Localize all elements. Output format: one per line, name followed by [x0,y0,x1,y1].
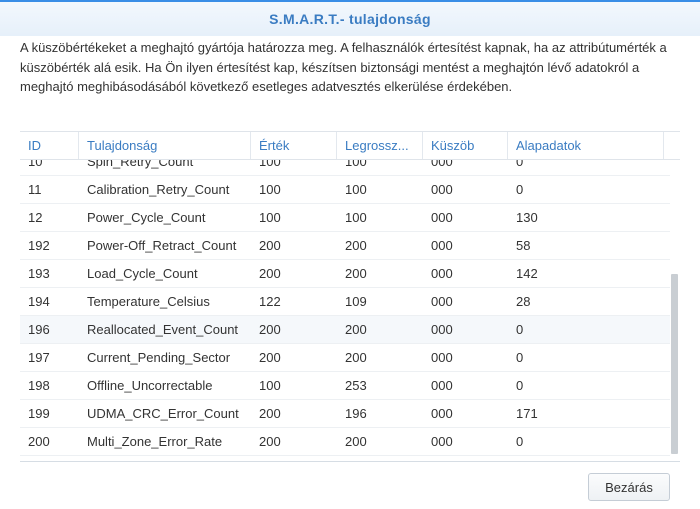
cell-attribute: Temperature_Celsius [87,294,210,309]
cell-threshold: 000 [431,294,453,309]
cell-attribute: Current_Pending_Sector [87,350,231,365]
cell-worst: 200 [345,434,367,449]
cell-id: 197 [28,350,50,365]
cell-threshold: 000 [431,266,453,281]
cell-threshold: 000 [431,160,453,169]
table-row[interactable]: 11 Calibration_Retry_Count 100 100 000 0 [20,176,670,204]
cell-worst: 200 [345,350,367,365]
cell-attribute: Spin_Retry_Count [87,160,194,169]
cell-raw: 0 [516,434,524,449]
cell-value: 200 [259,322,281,337]
cell-attribute: Offline_Uncorrectable [87,378,213,393]
cell-id: 200 [28,434,50,449]
cell-raw: 0 [516,182,524,197]
cell-attribute: Power-Off_Retract_Count [87,238,237,253]
cell-id: 12 [28,210,43,225]
table-row[interactable]: 193 Load_Cycle_Count 200 200 000 142 [20,260,670,288]
column-header-spacer [664,132,680,159]
cell-attribute: Power_Cycle_Count [87,210,206,225]
cell-attribute: UDMA_CRC_Error_Count [87,406,239,421]
cell-threshold: 000 [431,378,453,393]
cell-value: 200 [259,350,281,365]
cell-value: 100 [259,182,281,197]
cell-id: 198 [28,378,50,393]
table-row[interactable]: 198 Offline_Uncorrectable 100 253 000 0 [20,372,670,400]
cell-threshold: 000 [431,406,453,421]
table-rows: 10 Spin_Retry_Count 100 100 000 0 11 Calibratio… [20,160,670,456]
cell-id: 192 [28,238,50,253]
column-header-worst[interactable]: Legrossz... [337,132,423,159]
cell-raw: 0 [516,350,524,365]
cell-id: 11 [28,182,42,197]
cell-worst: 100 [345,210,367,225]
table-row[interactable]: 197 Current_Pending_Sector 200 200 000 0 [20,344,670,372]
cell-attribute: Load_Cycle_Count [87,266,198,281]
column-header-attribute[interactable]: Tulajdonság [79,132,251,159]
cell-raw: 0 [516,322,524,337]
table-row[interactable]: 200 Multi_Zone_Error_Rate 200 200 000 0 [20,428,670,456]
table-scrollbar[interactable] [670,160,680,461]
cell-threshold: 000 [431,322,453,337]
smart-dialog: S.M.A.R.T.- tulajdonság A küszöbértékeke… [0,0,700,509]
cell-value: 122 [259,294,281,309]
smart-table: ID Tulajdonság Érték Legrossz... Küszöb … [20,131,680,462]
cell-attribute: Reallocated_Event_Count [87,322,239,337]
cell-worst: 109 [345,294,367,309]
cell-threshold: 000 [431,182,453,197]
table-row[interactable]: 199 UDMA_CRC_Error_Count 200 196 000 171 [20,400,670,428]
cell-id: 199 [28,406,50,421]
column-header-id[interactable]: ID [20,132,79,159]
cell-worst: 100 [345,182,367,197]
cell-threshold: 000 [431,210,453,225]
scrollbar-thumb[interactable] [671,274,678,454]
cell-worst: 200 [345,238,367,253]
cell-worst: 200 [345,322,367,337]
cell-value: 100 [259,378,281,393]
cell-worst: 200 [345,266,367,281]
cell-raw: 58 [516,238,531,253]
cell-attribute: Calibration_Retry_Count [87,182,230,197]
table-row[interactable]: 194 Temperature_Celsius 122 109 000 28 [20,288,670,316]
cell-raw: 0 [516,160,524,169]
cell-worst: 253 [345,378,367,393]
cell-threshold: 000 [431,238,453,253]
column-header-value[interactable]: Érték [251,132,337,159]
cell-value: 200 [259,238,281,253]
cell-threshold: 000 [431,350,453,365]
cell-raw: 0 [516,378,524,393]
table-row[interactable]: 12 Power_Cycle_Count 100 100 000 130 [20,204,670,232]
column-header-threshold[interactable]: Küszöb [423,132,508,159]
table-row[interactable]: 192 Power-Off_Retract_Count 200 200 000 58 [20,232,670,260]
cell-id: 193 [28,266,50,281]
dialog-titlebar[interactable]: S.M.A.R.T.- tulajdonság [0,0,700,36]
close-button[interactable]: Bezárás [588,473,670,501]
cell-threshold: 000 [431,434,453,449]
cell-raw: 171 [516,406,538,421]
cell-id: 196 [28,322,50,337]
cell-value: 200 [259,266,281,281]
dialog-title: S.M.A.R.T.- tulajdonság [269,11,431,27]
cell-attribute: Multi_Zone_Error_Rate [87,434,223,449]
table-row[interactable]: 10 Spin_Retry_Count 100 100 000 0 [20,160,670,176]
cell-raw: 28 [516,294,531,309]
table-row[interactable]: 196 Reallocated_Event_Count 200 200 000 0 [20,316,670,344]
table-header: ID Tulajdonság Érték Legrossz... Küszöb … [20,131,680,160]
table-body[interactable]: 10 Spin_Retry_Count 100 100 000 0 11 Calibratio… [20,160,680,461]
cell-id: 194 [28,294,50,309]
cell-value: 100 [259,160,281,169]
cell-worst: 196 [345,406,367,421]
cell-id: 10 [28,160,43,169]
cell-worst: 100 [345,160,367,169]
cell-raw: 130 [516,210,538,225]
column-header-raw[interactable]: Alapadatok [508,132,664,159]
cell-value: 100 [259,210,281,225]
cell-value: 200 [259,434,281,449]
dialog-description: A küszöbértékeket a meghajtó gyártója ha… [20,40,667,94]
cell-raw: 142 [516,266,538,281]
cell-value: 200 [259,406,281,421]
